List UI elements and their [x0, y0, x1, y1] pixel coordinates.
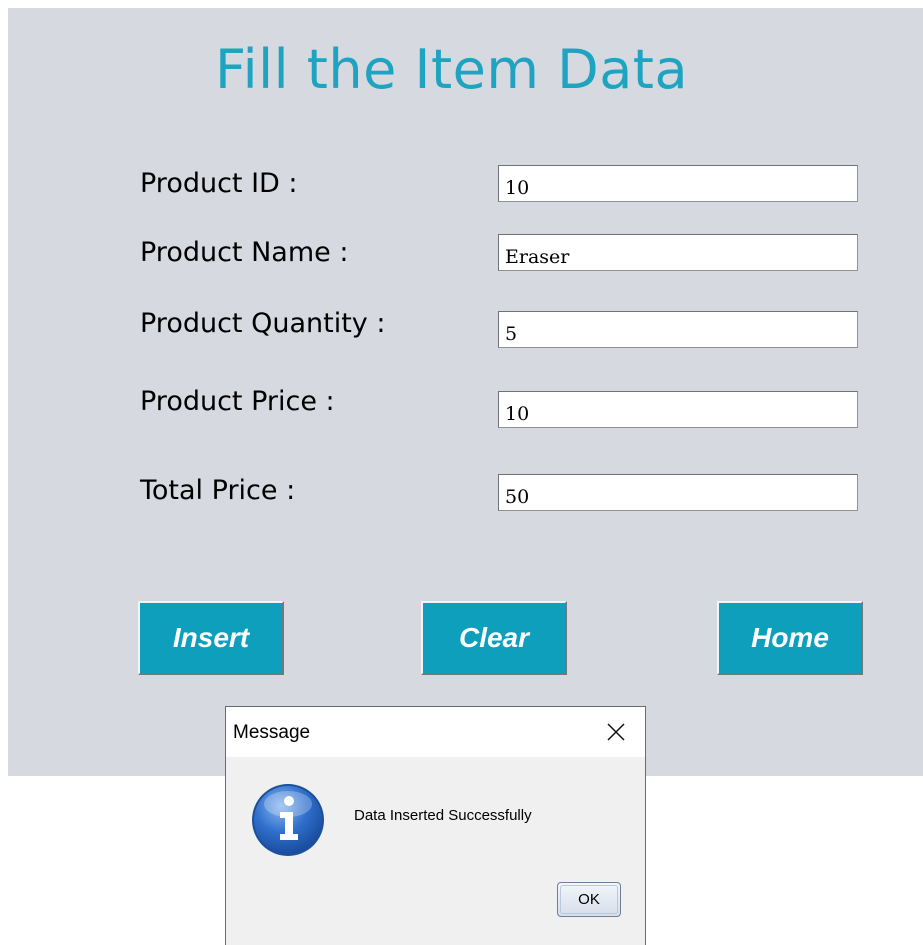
total-price-input[interactable] [498, 474, 858, 511]
ok-button[interactable]: OK [557, 882, 621, 917]
product-quantity-label: Product Quantity : [140, 308, 386, 339]
dialog-message: Data Inserted Successfully [354, 807, 532, 824]
product-name-label: Product Name : [140, 237, 349, 268]
dialog-title: Message [233, 722, 311, 743]
clear-button[interactable]: Clear [421, 601, 567, 675]
product-id-label: Product ID : [140, 168, 298, 199]
ok-button-label: OK [578, 891, 600, 908]
product-name-input[interactable] [498, 234, 858, 271]
message-dialog: Message Data Inserted Successfully OK [225, 706, 646, 945]
product-price-label: Product Price : [140, 386, 335, 417]
home-button[interactable]: Home [717, 601, 863, 675]
dialog-titlebar: Message [226, 707, 645, 757]
total-price-label: Total Price : [140, 475, 296, 506]
close-icon[interactable] [594, 713, 638, 751]
page-title: Fill the Item Data [214, 38, 689, 101]
product-id-input[interactable] [498, 165, 858, 202]
insert-button[interactable]: Insert [138, 601, 284, 675]
info-icon [250, 782, 326, 858]
item-form-panel: Fill the Item Data Product ID : Product … [8, 8, 923, 776]
product-quantity-input[interactable] [498, 311, 858, 348]
product-price-input[interactable] [498, 391, 858, 428]
